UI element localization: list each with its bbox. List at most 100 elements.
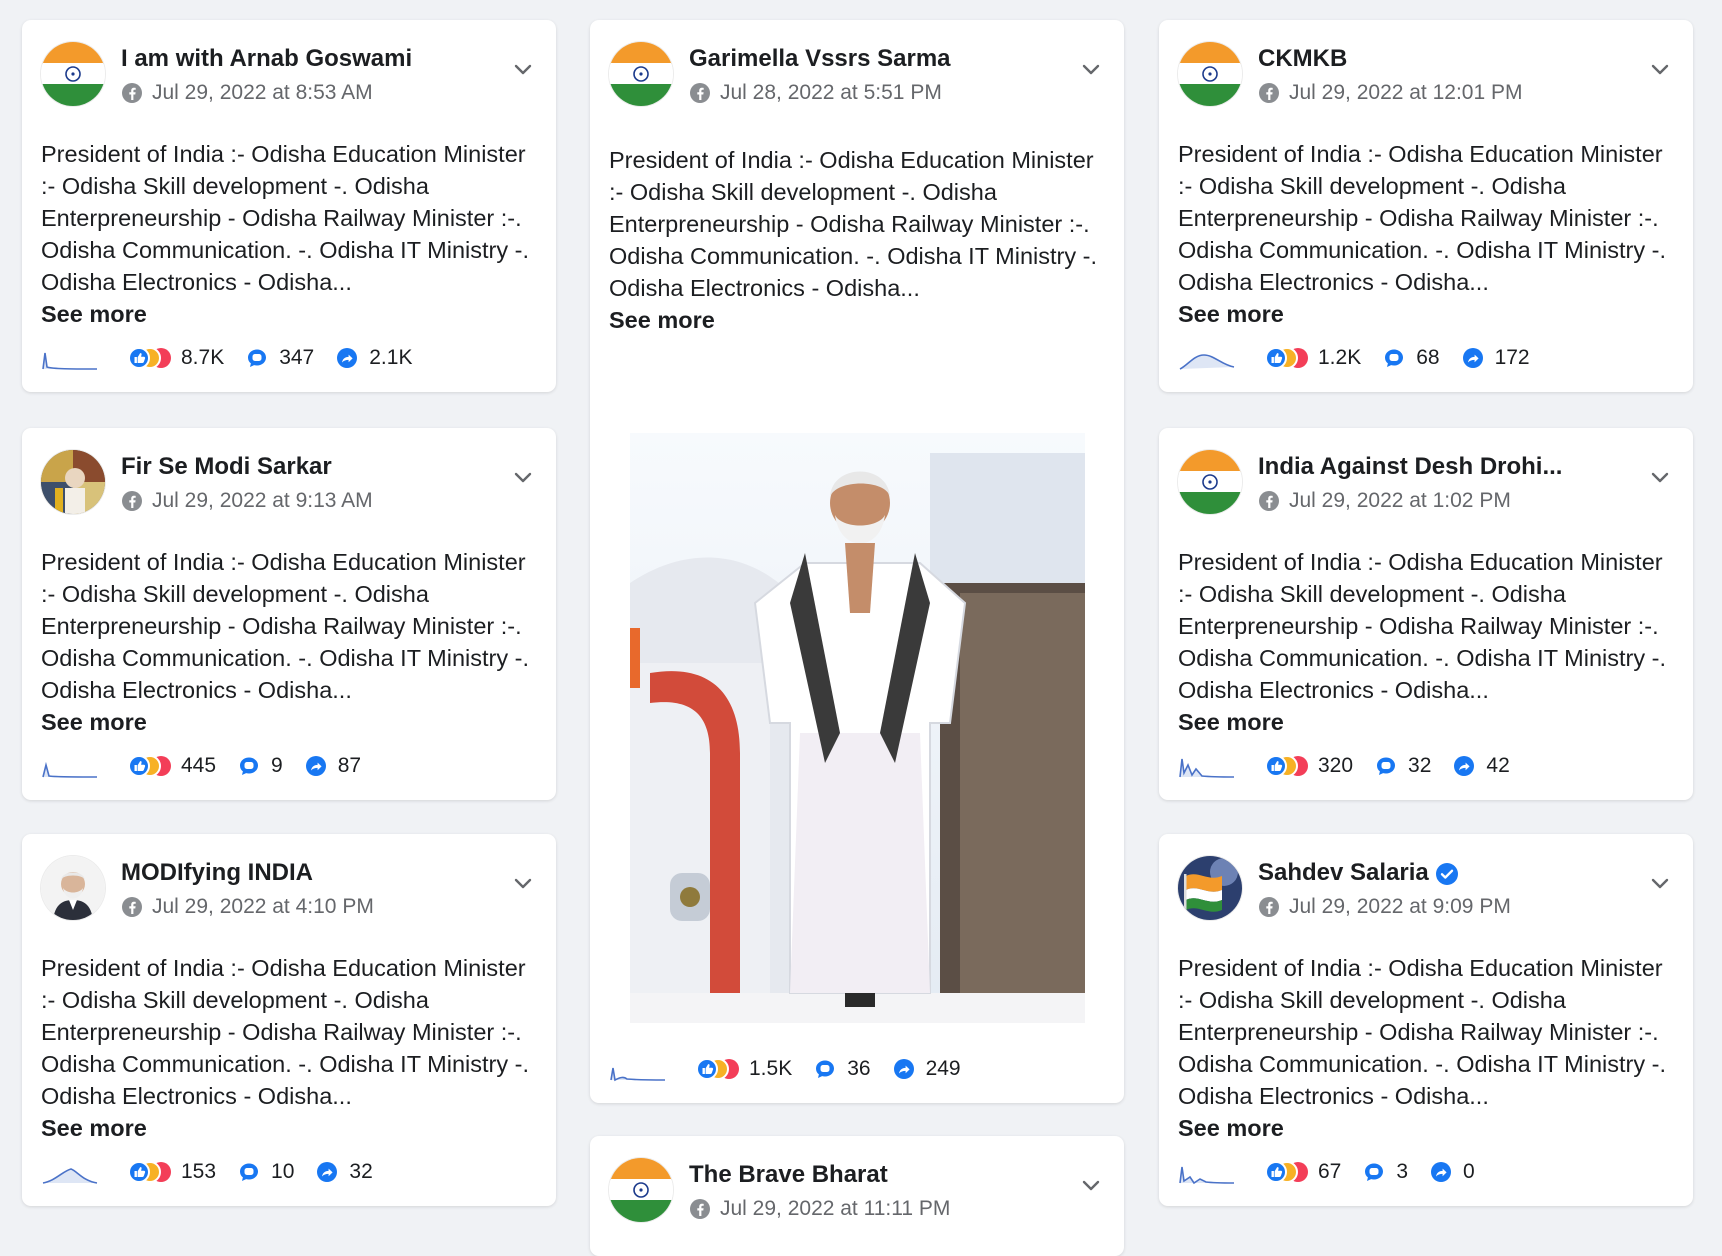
reactions-count[interactable]: 67: [1318, 1160, 1341, 1184]
post-timestamp[interactable]: Jul 29, 2022 at 1:02 PM: [1289, 489, 1511, 513]
reactions-count[interactable]: 8.7K: [181, 346, 224, 370]
chevron-down-icon[interactable]: [512, 466, 534, 488]
share-icon: [316, 1161, 338, 1183]
shares-count[interactable]: 32: [349, 1160, 372, 1184]
india-flag-icon: [609, 1158, 673, 1222]
comment-icon: [246, 347, 268, 369]
post-card: I am with Arnab Goswami Jul 29, 2022 at …: [22, 20, 556, 392]
reactions-icon: [1264, 754, 1310, 778]
comments-count[interactable]: 3: [1396, 1160, 1408, 1184]
post-timestamp[interactable]: Jul 28, 2022 at 5:51 PM: [720, 81, 942, 105]
post-text: President of India :- Odisha Education M…: [609, 147, 1097, 301]
comments-count[interactable]: 10: [271, 1160, 294, 1184]
see-more-link[interactable]: See more: [1178, 1112, 1674, 1144]
post-timestamp[interactable]: Jul 29, 2022 at 4:10 PM: [152, 895, 374, 919]
chevron-down-icon[interactable]: [1649, 466, 1671, 488]
india-flag-icon: [41, 42, 105, 106]
comments-count[interactable]: 32: [1408, 754, 1431, 778]
chevron-down-icon[interactable]: [1649, 872, 1671, 894]
man-at-aircraft-door-image: [630, 433, 1085, 1023]
shares-count[interactable]: 0: [1463, 1160, 1475, 1184]
verified-badge-icon: [1435, 862, 1459, 886]
post-stats: 1.2K 68 172: [1178, 344, 1552, 372]
see-more-link[interactable]: See more: [1178, 298, 1674, 330]
author-name[interactable]: Fir Se Modi Sarkar: [121, 453, 332, 481]
sparkline-chart: [42, 761, 98, 778]
author-name-text[interactable]: Sahdev Salaria: [1258, 859, 1429, 886]
author-name[interactable]: MODIfying INDIA: [121, 859, 313, 887]
post-timestamp[interactable]: Jul 29, 2022 at 12:01 PM: [1289, 81, 1523, 105]
post-card: Garimella Vssrs Sarma Jul 28, 2022 at 5:…: [590, 20, 1124, 1103]
see-more-link[interactable]: See more: [1178, 706, 1674, 738]
post-timestamp[interactable]: Jul 29, 2022 at 9:13 AM: [152, 489, 373, 513]
see-more-link[interactable]: See more: [609, 304, 1105, 336]
post-timestamp[interactable]: Jul 29, 2022 at 8:53 AM: [152, 81, 373, 105]
post-text: President of India :- Odisha Education M…: [41, 955, 529, 1109]
see-more-link[interactable]: See more: [41, 706, 537, 738]
author-name[interactable]: India Against Desh Drohi...: [1258, 453, 1562, 481]
india-flag-icon: [1178, 450, 1242, 514]
india-flag-icon: [1178, 42, 1242, 106]
avatar[interactable]: [41, 856, 105, 920]
avatar[interactable]: [609, 42, 673, 106]
see-more-link[interactable]: See more: [41, 298, 537, 330]
reactions-count[interactable]: 1.2K: [1318, 346, 1361, 370]
avatar[interactable]: [41, 42, 105, 106]
sparkline-chart: [1179, 354, 1235, 370]
author-name[interactable]: Sahdev Salaria: [1258, 859, 1459, 887]
post-card: CKMKB Jul 29, 2022 at 12:01 PM President…: [1159, 20, 1693, 392]
share-icon: [1453, 755, 1475, 777]
shares-count[interactable]: 42: [1486, 754, 1509, 778]
reactions-icon: [1264, 1160, 1310, 1184]
comments-count[interactable]: 9: [271, 754, 283, 778]
shares-count[interactable]: 87: [338, 754, 361, 778]
avatar[interactable]: [1178, 450, 1242, 514]
avatar[interactable]: [1178, 856, 1242, 920]
shares-count[interactable]: 172: [1495, 346, 1530, 370]
reactions-count[interactable]: 445: [181, 754, 216, 778]
post-image[interactable]: [630, 433, 1085, 1023]
facebook-icon: [1258, 896, 1280, 918]
reactions-count[interactable]: 320: [1318, 754, 1353, 778]
reactions-count[interactable]: 153: [181, 1160, 216, 1184]
avatar[interactable]: [41, 450, 105, 514]
facebook-icon: [1258, 490, 1280, 512]
author-name[interactable]: Garimella Vssrs Sarma: [689, 45, 951, 73]
post-card: India Against Desh Drohi... Jul 29, 2022…: [1159, 428, 1693, 800]
reactions-icon: [127, 346, 173, 370]
chevron-down-icon[interactable]: [1080, 1174, 1102, 1196]
india-flag-icon: [609, 42, 673, 106]
reactions-icon: [1264, 346, 1310, 370]
comments-count[interactable]: 36: [847, 1057, 870, 1081]
share-icon: [336, 347, 358, 369]
post-text: President of India :- Odisha Education M…: [41, 549, 529, 703]
avatar[interactable]: [1178, 42, 1242, 106]
author-name[interactable]: The Brave Bharat: [689, 1161, 888, 1189]
post-text: President of India :- Odisha Education M…: [41, 141, 529, 295]
avatar[interactable]: [609, 1158, 673, 1222]
post-card: Sahdev Salaria Jul 29, 2022 at 9:09 PM P…: [1159, 834, 1693, 1206]
chevron-down-icon[interactable]: [1080, 58, 1102, 80]
post-card: The Brave Bharat Jul 29, 2022 at 11:11 P…: [590, 1136, 1124, 1256]
collage-avatar-icon: [41, 450, 105, 514]
post-timestamp[interactable]: Jul 29, 2022 at 11:11 PM: [720, 1197, 950, 1221]
post-timestamp[interactable]: Jul 29, 2022 at 9:09 PM: [1289, 895, 1511, 919]
post-stats: 153 10 32: [41, 1158, 395, 1186]
post-card: Fir Se Modi Sarkar Jul 29, 2022 at 9:13 …: [22, 428, 556, 800]
chevron-down-icon[interactable]: [512, 872, 534, 894]
chevron-down-icon[interactable]: [1649, 58, 1671, 80]
author-name[interactable]: I am with Arnab Goswami: [121, 45, 412, 73]
share-icon: [1430, 1161, 1452, 1183]
shares-count[interactable]: 2.1K: [369, 346, 412, 370]
chevron-down-icon[interactable]: [512, 58, 534, 80]
post-text: President of India :- Odisha Education M…: [1178, 549, 1666, 703]
reactions-count[interactable]: 1.5K: [749, 1057, 792, 1081]
see-more-link[interactable]: See more: [41, 1112, 537, 1144]
comments-count[interactable]: 68: [1416, 346, 1439, 370]
author-name[interactable]: CKMKB: [1258, 45, 1347, 73]
shares-count[interactable]: 249: [926, 1057, 961, 1081]
post-stats: 445 9 87: [41, 752, 383, 780]
share-icon: [893, 1058, 915, 1080]
share-icon: [1462, 347, 1484, 369]
comments-count[interactable]: 347: [279, 346, 314, 370]
